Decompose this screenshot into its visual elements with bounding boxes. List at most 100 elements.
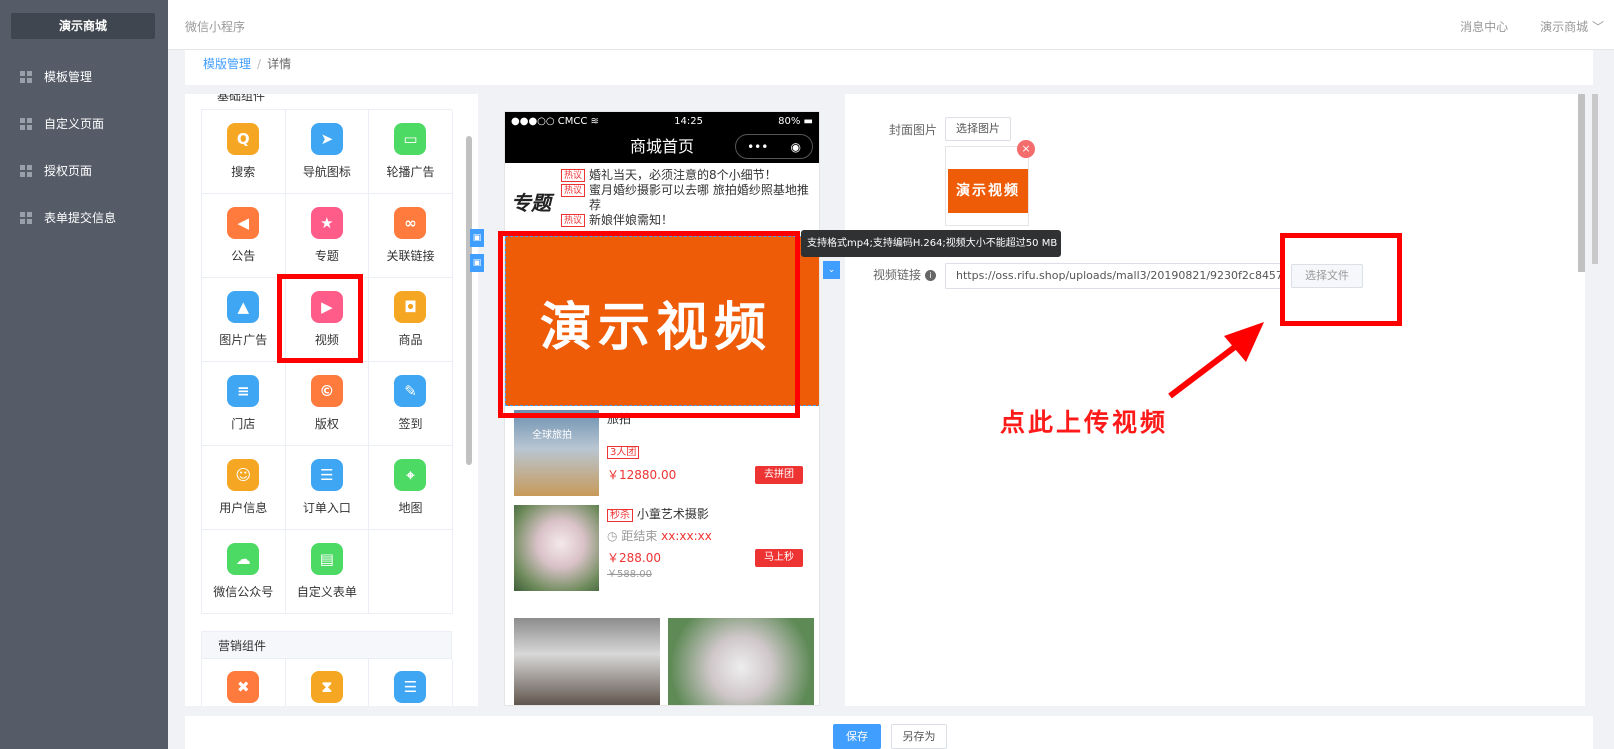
group-tag-text: 3人团 [607, 446, 640, 459]
sidebar-item-form-submissions[interactable]: 表单提交信息 [0, 194, 168, 241]
component-image-ad[interactable]: ▲ 图片广告 [202, 278, 286, 362]
copyright-icon: © [310, 375, 343, 407]
component-label: 图片广告 [219, 333, 268, 347]
components-panel: 基础组件 Q 搜索 ➤ 导航图标 ▭ 轮播广告 ◀ 公告 ★ 专题 ∞ 关联链接 ▲ 图片广告… [185, 94, 478, 706]
annotation-text: 点此上传视频 [1000, 408, 1169, 437]
sidebar-item-label: 自定义页面 [44, 117, 105, 131]
component-map[interactable]: ⌖ 地图 [369, 446, 453, 530]
notice-line: 热议 婚礼当天，必须注意的8个小细节！ [561, 168, 819, 183]
cover-image-preview: 演示视频 [945, 146, 1029, 226]
component-search[interactable]: Q 搜索 [202, 110, 286, 194]
topic-icon: ★ [310, 207, 343, 239]
message-center-link[interactable]: 消息中心 [1460, 18, 1508, 35]
remove-cover-icon[interactable]: × [1017, 140, 1035, 158]
highlight-video-preview [498, 231, 800, 418]
collapse-arrow-icon[interactable]: ⌄ [823, 261, 840, 279]
component-label: 公告 [231, 249, 256, 263]
carrier-text: ●●●○○ CMCC ≋ [511, 116, 599, 127]
search-icon: Q [227, 123, 260, 155]
component-user-info[interactable]: ☺ 用户信息 [202, 446, 286, 530]
component-label: 订单入口 [302, 501, 351, 515]
more-icon: ••• [747, 139, 769, 154]
copy-component-button[interactable]: ▣ [470, 229, 484, 247]
component-custom-form[interactable]: ▤ 自定义表单 [285, 530, 370, 614]
component-label: 地图 [398, 501, 423, 515]
sidebar-item-custom-pages[interactable]: 自定义页面 [0, 100, 168, 147]
notice-text: 婚礼当天，必须注意的8个小细节！ [589, 168, 777, 182]
breadcrumb: 模版管理 / 详情 [203, 55, 291, 72]
goods-old-price: ￥588.00 [607, 569, 652, 580]
sidebar-item-templates[interactable]: 模板管理 [0, 53, 168, 100]
highlight-video-component [277, 274, 363, 363]
component-banner[interactable]: ▭ 轮播广告 [369, 110, 453, 194]
info-icon[interactable]: i [925, 270, 937, 281]
goods-image: 全球旅拍 [514, 410, 599, 496]
choose-image-button[interactable]: 选择图片 [945, 117, 1011, 141]
store-dropdown[interactable]: 演示商城 ﹀ [1540, 18, 1604, 35]
highlight-choose-file [1280, 233, 1402, 326]
phone-navbar: 商城首页 ••• ◉ [505, 131, 819, 163]
component-box[interactable]: ☰ [369, 659, 453, 706]
close-icon: ◉ [790, 139, 801, 154]
video-url-input[interactable]: https://oss.rifu.shop/uploads/mall3/2019… [945, 263, 1281, 289]
component-notice[interactable]: ◀ 公告 [202, 194, 286, 278]
marketing-components-grid: ✖ ⧗ ☰ [201, 659, 453, 706]
component-copyright[interactable]: © 版权 [285, 362, 370, 446]
goods-item[interactable]: 秒杀 小童艺术摄影 ◷ 距结束 xx:xx:xx ￥288.00 ￥588.00… [514, 505, 814, 591]
breadcrumb-bar: 模版管理 / 详情 [185, 50, 1593, 85]
component-label: 关联链接 [386, 249, 435, 263]
topic-block[interactable]: 专题 热议 婚礼当天，必须注意的8个小细节！ 热议 蜜月婚纱摄影可以去哪 旅拍婚纱照… [505, 163, 819, 233]
breadcrumb-template-link[interactable]: 模版管理 [203, 57, 251, 71]
countdown-value: xx:xx:xx [661, 529, 712, 543]
page-scrollbar[interactable] [1592, 94, 1614, 706]
mini-program-capsule: ••• ◉ [735, 134, 813, 159]
phone-status-bar: ●●●○○ CMCC ≋ 14:25 80% ▬ [505, 112, 819, 131]
video-link-label-text: 视频链接 [873, 268, 922, 282]
config-scrollbar[interactable] [1578, 94, 1585, 272]
component-navigation[interactable]: ➤ 导航图标 [285, 110, 370, 194]
topic-logo: 专题 [511, 191, 551, 215]
sidebar-item-auth-pages[interactable]: 授权页面 [0, 147, 168, 194]
wechat-icon: ☁ [227, 543, 260, 575]
footer-bar: 保存 另存为 [185, 716, 1593, 749]
coupon-icon: ✖ [227, 671, 260, 703]
marketing-group-title: 营销组件 [201, 631, 452, 659]
time-text: 14:25 [674, 116, 703, 127]
image-icon: ▲ [227, 291, 260, 323]
component-store[interactable]: ≡ 门店 [202, 362, 286, 446]
goods-icon: ◘ [394, 291, 427, 323]
goods-image-row [514, 618, 814, 705]
goods-image[interactable] [514, 618, 660, 705]
hot-tag: 热议 [561, 214, 586, 227]
component-label: 导航图标 [302, 165, 351, 179]
component-coupon[interactable]: ✖ [202, 659, 286, 706]
map-icon: ⌖ [394, 459, 427, 491]
timer-icon: ⧗ [310, 671, 343, 703]
phone-page-title: 商城首页 [629, 137, 694, 156]
component-wechat[interactable]: ☁ 微信公众号 [202, 530, 286, 614]
components-scrollbar[interactable] [466, 136, 472, 465]
store-icon: ≡ [227, 375, 260, 407]
component-signin[interactable]: ✎ 签到 [369, 362, 453, 446]
goods-image[interactable] [668, 618, 814, 705]
save-as-button[interactable]: 另存为 [891, 724, 947, 749]
grid-icon [20, 211, 32, 224]
component-link[interactable]: ∞ 关联链接 [369, 194, 453, 278]
group-buy-button[interactable]: 去拼团 [755, 466, 803, 484]
component-timer[interactable]: ⧗ [286, 659, 370, 706]
signin-icon: ✎ [394, 375, 427, 407]
notice-line: 热议 新娘伴娘需知！ [561, 213, 819, 228]
banner-icon: ▭ [394, 123, 427, 155]
save-button[interactable]: 保存 [833, 724, 881, 749]
component-topic[interactable]: ★ 专题 [285, 194, 370, 278]
countdown-label: 距结束 [621, 529, 658, 543]
flash-buy-button[interactable]: 马上秒 [755, 549, 803, 567]
delete-component-button[interactable]: ▣ [470, 254, 484, 272]
component-order-entry[interactable]: ☰ 订单入口 [285, 446, 370, 530]
component-label: 轮播广告 [386, 165, 435, 179]
goods-item[interactable]: 全球旅拍 旅拍 3人团 ￥12880.00 去拼团 [514, 410, 814, 496]
brand-logo[interactable]: 演示商城 [11, 13, 155, 39]
cover-thumb: 演示视频 [948, 169, 1028, 213]
component-goods[interactable]: ◘ 商品 [369, 278, 453, 362]
clock-icon: ◷ [607, 529, 618, 543]
